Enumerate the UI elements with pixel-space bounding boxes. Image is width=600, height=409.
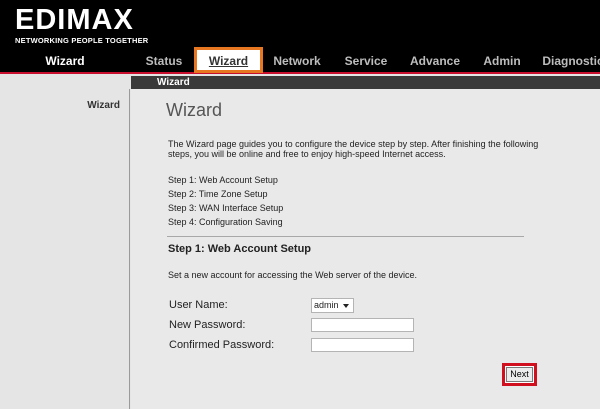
next-button[interactable]: Next [506, 367, 533, 382]
page-title: Wizard [166, 100, 223, 120]
tab-admin[interactable]: Admin [472, 50, 532, 72]
header: EDIMAX NETWORKING PEOPLE TOGETHER [0, 0, 600, 50]
tab-status[interactable]: Status [130, 50, 198, 72]
next-button-highlight: Next [502, 363, 537, 386]
section-title: Step 1: Web Account Setup [168, 243, 312, 255]
step-item: Step 3: WAN Interface Setup [168, 203, 284, 213]
confirm-password-label: Confirmed Password: [169, 339, 275, 351]
edimax-logo: EDIMAX NETWORKING PEOPLE TOGETHER [15, 5, 148, 45]
username-label: User Name: [169, 299, 228, 311]
sidebar: Wizard [0, 89, 130, 409]
nav-current-section: Wizard [45, 54, 85, 68]
username-select[interactable]: admin [311, 298, 354, 313]
chevron-down-icon [343, 304, 349, 308]
step-item: Step 4: Configuration Saving [168, 217, 283, 227]
app-window: EDIMAX NETWORKING PEOPLE TOGETHER Wizard… [0, 0, 600, 409]
section-description: Set a new account for accessing the Web … [168, 270, 417, 280]
username-select-value: admin [314, 300, 339, 310]
top-nav: Wizard Status Wizard Network Service Adv… [0, 47, 600, 74]
new-password-input[interactable] [311, 318, 414, 332]
step-item: Step 1: Web Account Setup [168, 175, 278, 185]
tab-service[interactable]: Service [334, 50, 398, 72]
logo-tagline: NETWORKING PEOPLE TOGETHER [15, 36, 149, 45]
tab-advance[interactable]: Advance [402, 50, 468, 72]
tab-wizard[interactable]: Wizard [194, 47, 263, 73]
new-password-label: New Password: [169, 319, 246, 331]
divider [167, 236, 524, 237]
tab-network[interactable]: Network [264, 50, 330, 72]
subtab-wizard[interactable]: Wizard [131, 76, 600, 89]
confirm-password-input[interactable] [311, 338, 414, 352]
wizard-description: The Wizard page guides you to configure … [168, 139, 539, 159]
logo-text: EDIMAX [15, 4, 134, 36]
step-item: Step 2: Time Zone Setup [168, 189, 268, 199]
tab-diagnostic[interactable]: Diagnostic [538, 50, 600, 72]
main-content: Wizard The Wizard page guides you to con… [131, 89, 600, 409]
sidebar-item-wizard[interactable]: Wizard [87, 100, 120, 111]
sub-header: Wizard [0, 76, 600, 89]
